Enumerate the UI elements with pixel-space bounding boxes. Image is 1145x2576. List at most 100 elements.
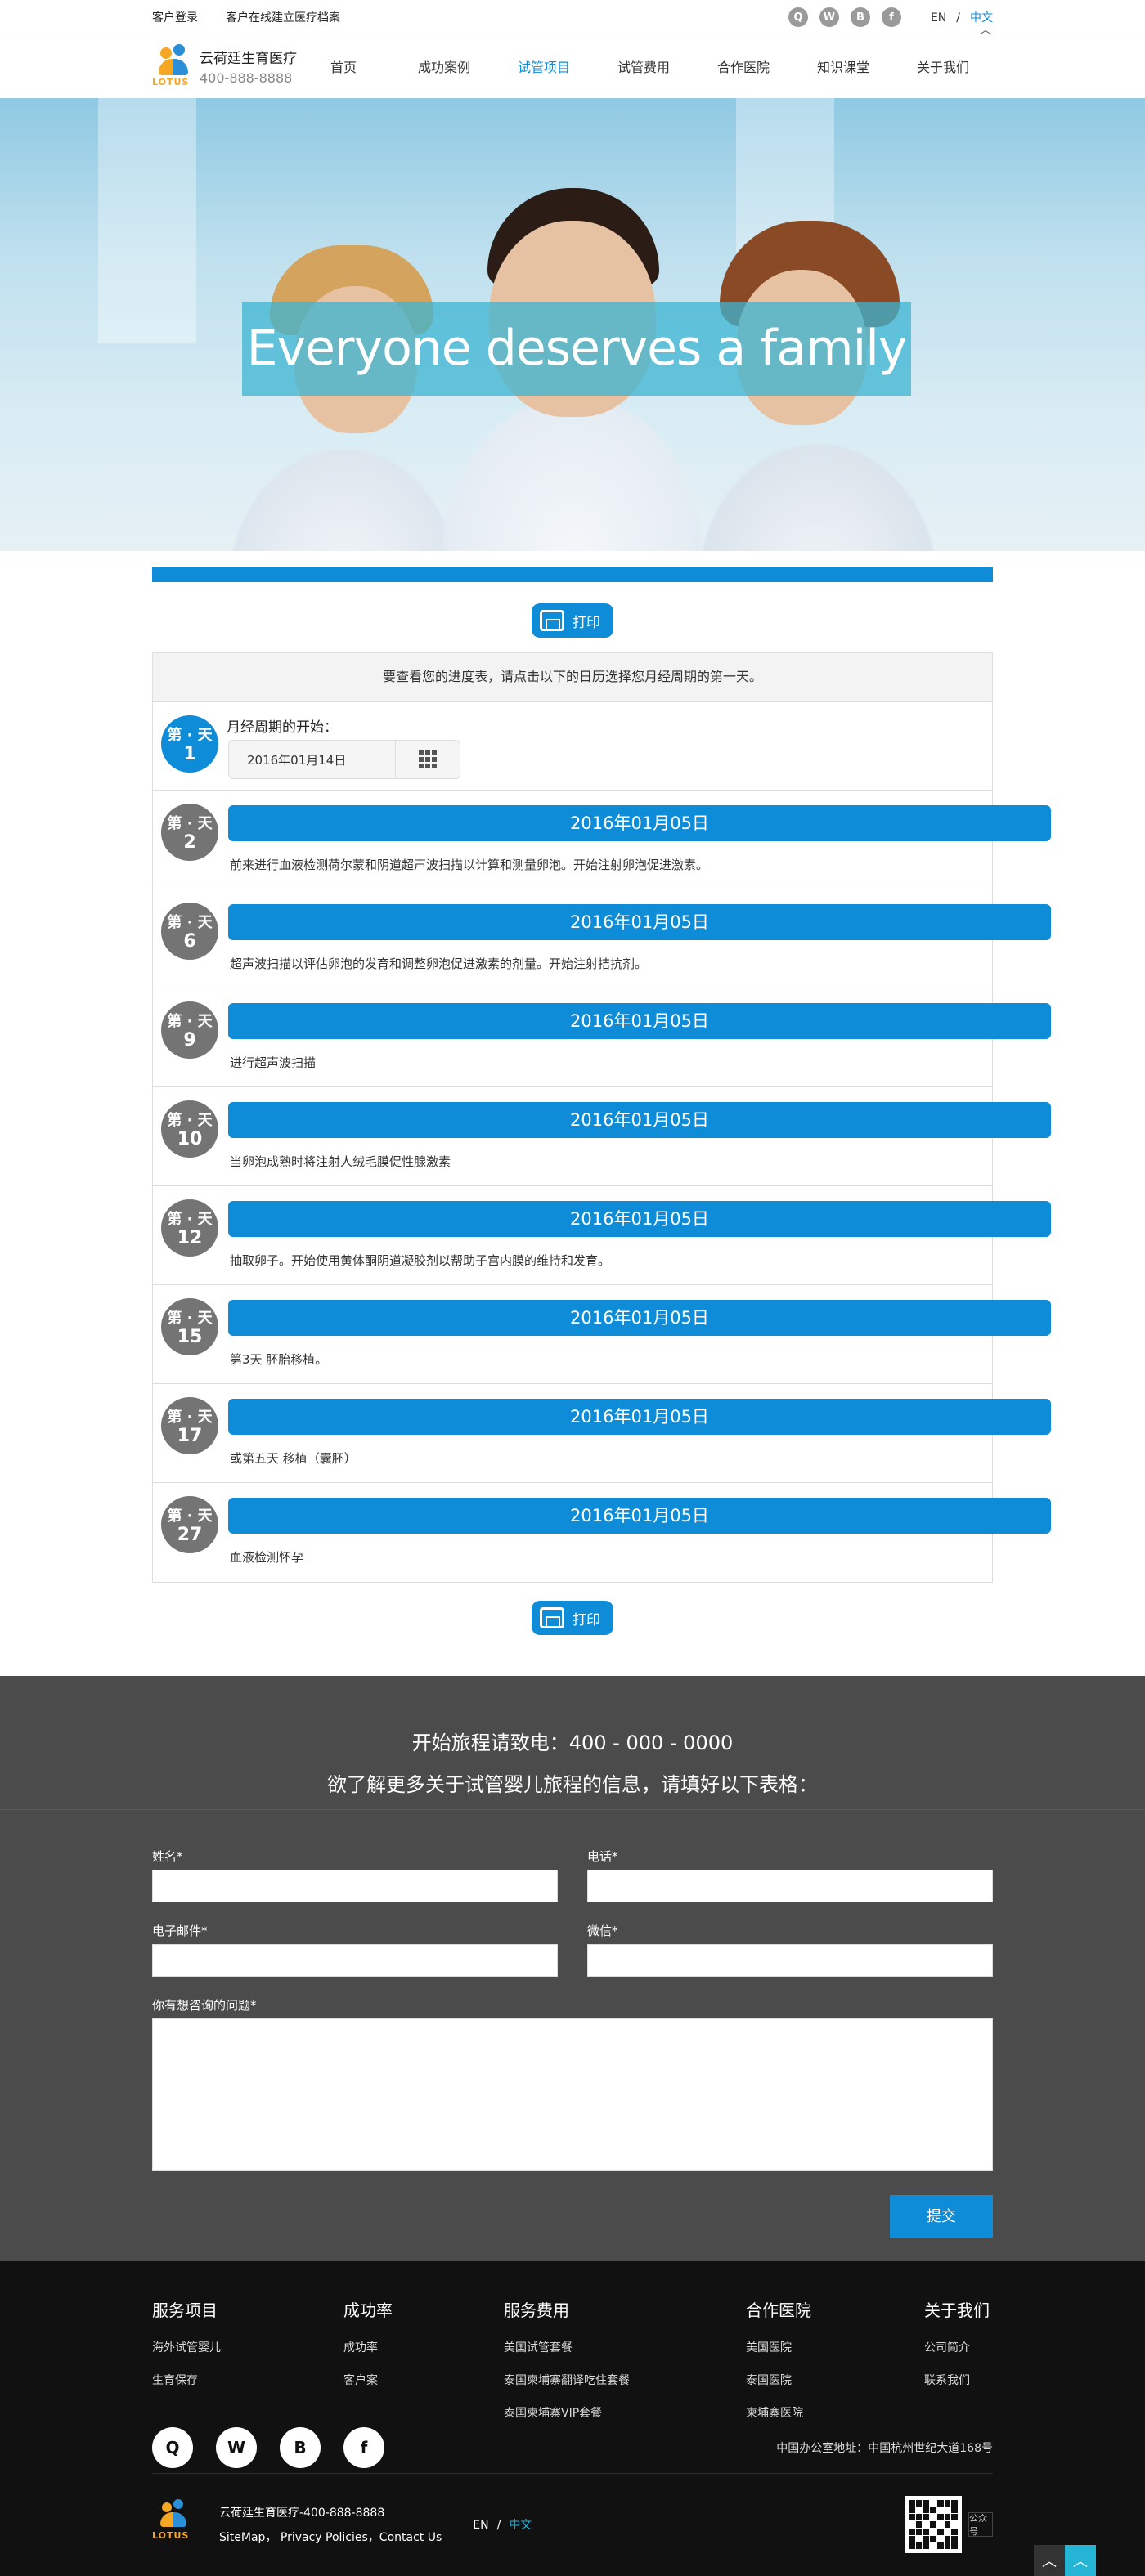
print-label: 打印	[572, 614, 600, 630]
schedule-row: 第 · 天 15 2016年01月05日 第3天 胚胎移植。	[153, 1285, 1051, 1384]
question-textarea[interactable]	[152, 2018, 993, 2171]
footer-logo-icon[interactable]: LOTUS	[152, 2496, 201, 2553]
cycle-start-date-picker[interactable]: 2016年01月14日	[228, 740, 460, 779]
print-button[interactable]: 打印	[532, 1601, 613, 1635]
name-input[interactable]	[152, 1870, 558, 1902]
footer-link[interactable]: 泰国柬埔寨翻译吃住套餐	[504, 2372, 746, 2388]
schedule-date: 2016年01月05日	[228, 1102, 1051, 1138]
medical-archive-link[interactable]: 客户在线建立医疗档案	[226, 9, 340, 25]
phone-field-group: 电话*	[587, 1848, 993, 1902]
submit-row: 提交	[152, 2195, 993, 2238]
day-badge: 第 · 天2	[161, 804, 218, 861]
chevron-up-icon[interactable]: ︿	[1034, 2545, 1065, 2576]
back-to-top-button[interactable]: ︿	[1065, 2545, 1096, 2576]
nav-fees[interactable]: 试管费用	[594, 56, 694, 76]
chevron-up-icon[interactable]: ︿	[980, 21, 991, 38]
form-row: 姓名* 电话*	[152, 1848, 993, 1902]
day-number: 2	[183, 832, 196, 853]
nav-about[interactable]: 关于我们	[893, 56, 993, 76]
lang-cn[interactable]: 中文	[509, 2519, 532, 2532]
submit-button[interactable]: 提交	[890, 2195, 993, 2238]
company-name: 云荷廷生育医疗	[200, 51, 297, 67]
schedule-date: 2016年01月05日	[228, 805, 1051, 841]
name-field-group: 姓名*	[152, 1848, 558, 1902]
print-button[interactable]: 打印	[532, 603, 613, 638]
footer-bottom-text: 云荷廷生育医疗-400-888-8888 SiteMap， Privacy Po…	[219, 2504, 442, 2545]
footer-links-line[interactable]: SiteMap， Privacy Policies，Contact Us	[219, 2529, 442, 2545]
footer: 服务项目 海外试管婴儿 生育保存 成功率 成功率 客户案 服务费用 美国试管套餐 泰国…	[0, 2261, 1145, 2576]
logo[interactable]: LOTUS 云荷廷生育医疗 400-888-8888	[152, 41, 321, 92]
day-badge: 第 · 天 17	[161, 1397, 218, 1454]
footer-link[interactable]: 柬埔寨医院	[746, 2404, 924, 2421]
cycle-start-label: 月经周期的开始：	[227, 719, 338, 736]
printer-icon	[540, 1607, 564, 1628]
schedule-row: 第 · 天 17 2016年01月05日 或第五天 移植（囊胚）	[153, 1384, 1051, 1483]
footer-link[interactable]: 公司简介	[924, 2339, 990, 2355]
qq-icon[interactable]: Q	[788, 7, 808, 27]
schedule-row: 第 · 天 10 2016年01月05日 当卵泡成熟时将注射人绒毛膜促性腺激素	[153, 1087, 1051, 1186]
logo-word: LOTUS	[152, 77, 190, 87]
footer-link[interactable]: 美国医院	[746, 2339, 924, 2355]
phone-input[interactable]	[587, 1870, 993, 1902]
email-input[interactable]	[152, 1944, 558, 1977]
footer-link[interactable]: 生育保存	[152, 2372, 344, 2388]
weibo-icon[interactable]: B	[280, 2426, 321, 2468]
footer-company-line: 云荷廷生育医疗-400-888-8888	[219, 2507, 385, 2520]
facebook-icon[interactable]: f	[344, 2426, 384, 2468]
day-number: 10	[177, 1129, 203, 1149]
day-word: 第 · 天	[167, 914, 213, 931]
schedule-row: 第 · 天 27 2016年01月05日 血液检测怀孕	[153, 1483, 1051, 1582]
nav-ivf-projects[interactable]: 试管项目	[494, 56, 594, 76]
day-word: 第 · 天	[167, 1013, 213, 1030]
schedule-date: 2016年01月05日	[228, 1201, 1051, 1237]
footer-link[interactable]: 美国试管套餐	[504, 2339, 746, 2355]
qq-icon[interactable]: Q	[152, 2426, 193, 2468]
contact-section: 开始旅程请致电：400 - 000 - 0000 欲了解更多关于试管婴儿旅程的信…	[0, 1676, 1145, 2261]
day-badge: 第 · 天9	[161, 1001, 218, 1059]
day-number: 15	[177, 1327, 203, 1347]
wechat-input[interactable]	[587, 1944, 993, 1977]
wechat-icon[interactable]: W	[216, 2426, 257, 2468]
cycle-start-date-value[interactable]: 2016年01月14日	[229, 751, 395, 768]
footer-link[interactable]: 泰国医院	[746, 2372, 924, 2388]
lang-en[interactable]: EN	[931, 11, 946, 25]
nav-cases[interactable]: 成功案例	[394, 56, 494, 76]
customer-login-link[interactable]: 客户登录	[152, 9, 198, 25]
nav-hospitals[interactable]: 合作医院	[694, 56, 793, 76]
lang-en[interactable]: EN	[473, 2519, 488, 2532]
weibo-icon[interactable]: B	[850, 7, 870, 27]
schedule-row: 第 · 天6 2016年01月05日 超声波扫描以评估卵泡的发育和调整卵泡促进激…	[153, 889, 1051, 988]
calendar-button[interactable]	[394, 741, 460, 778]
footer-link[interactable]: 成功率	[344, 2339, 504, 2355]
lang-separator: /	[496, 2519, 501, 2532]
schedule-date: 2016年01月05日	[228, 1003, 1051, 1039]
footer-link[interactable]: 泰国柬埔寨VIP套餐	[504, 2404, 746, 2421]
qr-side-label: 公众号	[968, 2512, 993, 2537]
footer-bottom: LOTUS 云荷廷生育医疗-400-888-8888 SiteMap， Priv…	[152, 2474, 993, 2575]
top-bar: 客户登录 客户在线建立医疗档案 Q W B f EN / 中文	[0, 0, 1145, 34]
schedule-description: 进行超声波扫描	[230, 1055, 317, 1070]
schedule-row: 第 · 天9 2016年01月05日 进行超声波扫描	[153, 988, 1051, 1087]
footer-logo-word: LOTUS	[152, 2530, 190, 2541]
day-word: 第 · 天	[167, 727, 213, 744]
day-badge: 第 · 天 12	[161, 1199, 218, 1257]
footer-col-fees: 服务费用 美国试管套餐 泰国柬埔寨翻译吃住套餐 泰国柬埔寨VIP套餐	[504, 2297, 746, 2421]
nav-knowledge[interactable]: 知识课堂	[793, 56, 893, 76]
footer-link[interactable]: 联系我们	[924, 2372, 990, 2388]
logo-text: 云荷廷生育医疗 400-888-8888	[200, 47, 297, 86]
hero-window	[98, 98, 196, 343]
facebook-icon[interactable]: f	[881, 7, 901, 27]
schedule-date: 2016年01月05日	[228, 904, 1051, 940]
qr-code-icon	[905, 2496, 962, 2553]
day-badge: 第 · 天 15	[161, 1298, 218, 1355]
wechat-icon[interactable]: W	[819, 7, 839, 27]
contact-cta: 开始旅程请致电：400 - 000 - 0000 欲了解更多关于试管婴儿旅程的信…	[0, 1676, 1145, 1810]
day-word: 第 · 天	[167, 1409, 213, 1426]
schedule-row: 第 · 天2 2016年01月05日 前来进行血液检测荷尔蒙和阴道超声波扫描以计…	[153, 791, 1051, 889]
footer-link[interactable]: 海外试管婴儿	[152, 2339, 344, 2355]
footer-link[interactable]: 客户案	[344, 2372, 504, 2388]
contact-phone-line: 开始旅程请致电：400 - 000 - 0000	[411, 1732, 734, 1754]
schedule-description: 超声波扫描以评估卵泡的发育和调整卵泡促进激素的剂量。开始注射拮抗剂。	[230, 956, 648, 971]
nav-home[interactable]: 首页	[321, 56, 394, 76]
day-number: 17	[177, 1426, 203, 1446]
